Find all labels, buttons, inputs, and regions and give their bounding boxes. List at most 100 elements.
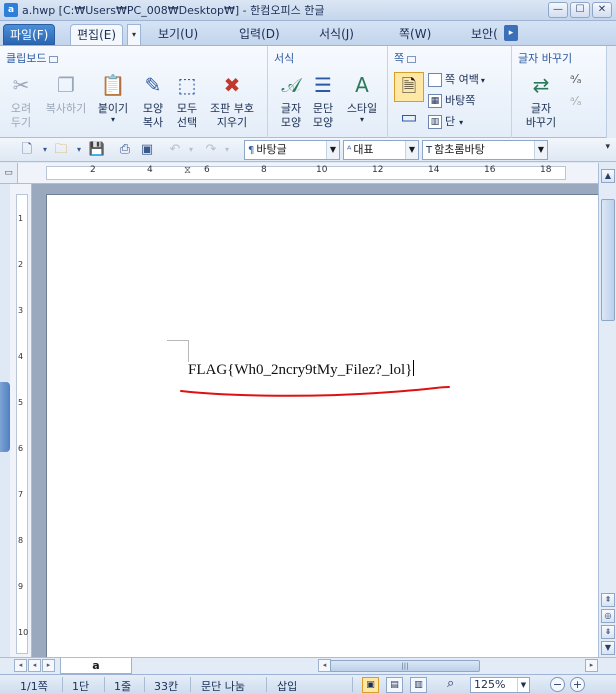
- tab-edit[interactable]: 편집(E): [70, 24, 124, 45]
- menu-more-icon[interactable]: ▸: [504, 25, 518, 41]
- document-page[interactable]: FLAG{Wh0_2ncry9tMy_Filez?_lol}: [46, 194, 598, 657]
- print-icon[interactable]: ⎙: [116, 141, 134, 159]
- web-view-icon[interactable]: ▥: [410, 677, 427, 693]
- chevron-down-icon[interactable]: ▾: [70, 141, 88, 159]
- copy-button[interactable]: ❐ 복사하기: [42, 72, 90, 116]
- scroll-up-button[interactable]: ▲: [601, 169, 615, 183]
- tab-format[interactable]: 서식(J): [313, 24, 360, 45]
- page-margin-button[interactable]: 쪽 여백 ▾: [428, 70, 485, 90]
- open-folder-icon[interactable]: 🗀: [52, 141, 70, 159]
- status-section: 1단: [72, 680, 90, 693]
- zoom-in-button[interactable]: +: [570, 677, 585, 692]
- toolbar-options-icon[interactable]: ▾: [605, 142, 610, 152]
- language-icon: ᴬ: [347, 145, 352, 156]
- page-setup-icon[interactable]: 🗎: [394, 72, 424, 102]
- char-shape-button[interactable]: 𝒜 글자 모양: [274, 72, 308, 130]
- cut-label: 오려 두기: [10, 102, 32, 129]
- horizontal-ruler[interactable]: 2 4 6 8 10 12 14 16 18 ⧖: [18, 163, 598, 184]
- scroll-right-button[interactable]: ▸: [585, 659, 598, 672]
- ribbon-scroll[interactable]: [606, 46, 616, 138]
- ruler-number: 7: [18, 490, 24, 499]
- chevron-down-icon[interactable]: ▼: [405, 141, 418, 159]
- style-icon: A: [355, 73, 369, 97]
- status-column: 33칸: [154, 680, 179, 693]
- prev-tab-button[interactable]: ◂: [28, 659, 41, 672]
- new-document-icon[interactable]: 🗋: [18, 141, 36, 159]
- first-tab-button[interactable]: ◂: [14, 659, 27, 672]
- replace-group-title: 글자 바꾸기: [518, 52, 573, 65]
- font-combo[interactable]: T 함초롬바탕 ▼: [422, 140, 548, 160]
- indent-marker-icon[interactable]: ⧖: [184, 165, 191, 176]
- tab-edit-dropdown[interactable]: ▾: [127, 24, 141, 45]
- zoom-combo[interactable]: 125% ▼: [470, 677, 530, 693]
- save-icon[interactable]: 💾: [88, 141, 106, 159]
- scroll-thumb[interactable]: [601, 199, 615, 321]
- remove-codes-button[interactable]: ✖ 조판 부호 지우기: [204, 72, 260, 130]
- ruler-number: 5: [18, 398, 24, 407]
- close-button[interactable]: ✕: [592, 2, 612, 18]
- chevron-down-icon[interactable]: ▼: [534, 141, 547, 159]
- char-convert-icon[interactable]: ᵃ⁄ₐ: [570, 72, 581, 86]
- ruler-number: 16: [484, 165, 496, 175]
- tab-page[interactable]: 쪽(W): [393, 24, 437, 45]
- tab-security[interactable]: 보안(: [465, 24, 504, 45]
- chevron-down-icon[interactable]: ▾: [182, 141, 200, 159]
- maximize-button[interactable]: ☐: [570, 2, 590, 18]
- side-panel-toggle[interactable]: [0, 382, 10, 452]
- zoom-icon[interactable]: ⌕: [447, 676, 454, 691]
- columns-icon: ▥: [428, 115, 442, 129]
- browse-object-button[interactable]: ◎: [601, 609, 615, 623]
- select-all-button[interactable]: ⬚ 모두 선택: [170, 72, 204, 130]
- chevron-down-icon[interactable]: ▼: [517, 678, 529, 692]
- prev-page-button[interactable]: ⇞: [601, 593, 615, 607]
- chevron-down-icon[interactable]: ▾: [218, 141, 236, 159]
- document-tab[interactable]: a: [60, 658, 132, 674]
- next-tab-button[interactable]: ▸: [42, 659, 55, 672]
- char-convert-disabled-icon: ᵃ⁄ₐ: [570, 94, 582, 108]
- cut-button[interactable]: ✂ 오려 두기: [4, 72, 38, 130]
- language-combo[interactable]: ᴬ 대표 ▼: [343, 140, 419, 160]
- paste-button[interactable]: 📋 붙이기 ▾: [96, 72, 130, 124]
- zoom-out-button[interactable]: −: [550, 677, 565, 692]
- format-group: 서식 𝒜 글자 모양 ☰ 문단 모양 A 스타일 ▾: [268, 46, 388, 138]
- clipboard-icon: 📋: [100, 73, 126, 97]
- next-page-button[interactable]: ⇟: [601, 625, 615, 639]
- page-view-icon[interactable]: ▣: [362, 677, 379, 693]
- tab-view[interactable]: 보기(U): [152, 24, 204, 45]
- columns-button[interactable]: ▥ 단 ▾: [428, 112, 463, 132]
- dialog-launcher-icon[interactable]: [49, 55, 59, 63]
- document-text[interactable]: FLAG{Wh0_2ncry9tMy_Filez?_lol}: [188, 360, 415, 379]
- tab-file[interactable]: 파일(F): [3, 24, 56, 45]
- minimize-button[interactable]: —: [548, 2, 568, 18]
- style-button[interactable]: A 스타일 ▾: [342, 72, 382, 124]
- replace-label: 글자 바꾸기: [525, 102, 557, 129]
- paintbrush-icon: ✎: [144, 73, 162, 97]
- format-copy-button[interactable]: ✎ 모양 복사: [136, 72, 170, 130]
- print-preview-icon[interactable]: ▣: [138, 141, 156, 159]
- status-insert-mode[interactable]: 삽입: [277, 678, 297, 694]
- chevron-down-icon[interactable]: ▼: [326, 141, 339, 159]
- background-page-button[interactable]: ▦ 바탕쪽: [428, 91, 475, 111]
- ruler-number: 6: [204, 165, 210, 175]
- hwp-icon: a: [4, 3, 18, 17]
- vertical-ruler[interactable]: 1 2 3 4 5 6 7 8 9 10: [10, 184, 32, 657]
- tab-insert[interactable]: 입력(D): [233, 24, 286, 45]
- horizontal-scrollbar[interactable]: ◂ ◂ ▸ a ◂ ||| ▸: [0, 657, 616, 674]
- style-combo[interactable]: ¶ 바탕글 ▼: [244, 140, 340, 160]
- replace-button[interactable]: ⇄ 글자 바꾸기: [518, 72, 564, 130]
- horizontal-scroll-thumb[interactable]: |||: [330, 660, 480, 672]
- ruler-number: 1: [18, 214, 24, 223]
- ruler-corner-button[interactable]: ▭: [0, 163, 18, 184]
- quick-toolbar: 🗋 ▾ 🗀 ▾ 💾 ⎙ ▣ ↶ ▾ ↷ ▾ ¶ 바탕글 ▼ ᴬ 대표 ▼ T 함초롬바…: [0, 138, 616, 162]
- truetype-font-icon: T: [426, 145, 433, 156]
- dialog-launcher-icon[interactable]: [407, 55, 417, 63]
- document-area[interactable]: FLAG{Wh0_2ncry9tMy_Filez?_lol}: [32, 184, 598, 657]
- chevron-down-icon: ▾: [480, 76, 485, 85]
- status-page: 1/1쪽: [20, 680, 48, 693]
- para-shape-button[interactable]: ☰ 문단 모양: [306, 72, 340, 130]
- chevron-down-icon: ▾: [359, 115, 364, 124]
- vertical-scrollbar[interactable]: ▲ ⇞ ◎ ⇟ ▼: [598, 163, 616, 657]
- scroll-down-button[interactable]: ▼: [601, 641, 615, 655]
- normal-view-icon[interactable]: ▤: [386, 677, 403, 693]
- page-layout-icon[interactable]: ▭: [394, 106, 424, 130]
